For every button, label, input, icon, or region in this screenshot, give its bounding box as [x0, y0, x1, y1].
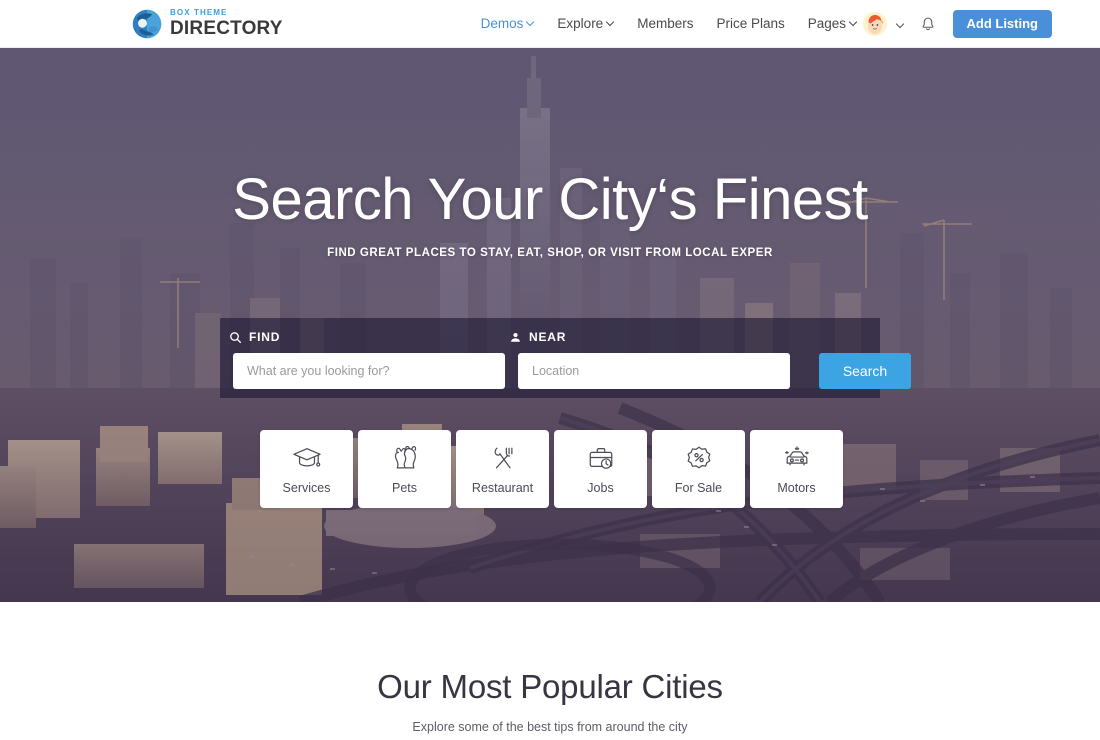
bell-icon[interactable] — [919, 14, 937, 34]
user-avatar[interactable] — [862, 11, 887, 36]
popular-cities-title: Our Most Popular Cities — [377, 668, 723, 705]
search-near-input[interactable] — [518, 353, 790, 389]
category-label-pets: Pets — [391, 480, 417, 495]
category-tile-services[interactable]: Services — [260, 430, 353, 508]
near-label-text: NEAR — [529, 330, 567, 344]
avatar-image — [862, 11, 887, 36]
search-button[interactable]: Search — [819, 353, 911, 389]
briefcase-clock-icon — [589, 447, 612, 469]
nav-label-members: Members — [637, 16, 694, 31]
nav-label-pages: Pages — [807, 16, 847, 31]
cutlery-icon — [493, 447, 512, 468]
globe-logo-icon — [132, 9, 162, 38]
search-icon — [230, 331, 242, 343]
find-label-text: FIND — [249, 330, 281, 344]
nav-item-price-plans[interactable]: Price Plans — [716, 16, 784, 31]
car-icon — [784, 445, 809, 465]
nav-label-demos: Demos — [480, 16, 524, 31]
site-logo[interactable]: BOX THEME DIRECTORY — [132, 9, 283, 39]
graduation-cap-icon — [292, 447, 321, 467]
nav-item-explore[interactable]: Explore — [557, 16, 614, 31]
chevron-down-icon — [527, 19, 534, 26]
pets-icon — [394, 445, 416, 468]
location-pin-icon — [511, 332, 520, 342]
popular-cities-subtitle: Explore some of the best tips from aroun… — [412, 720, 688, 734]
nav-item-demos[interactable]: Demos — [481, 16, 535, 31]
hero-title: Search Your City‘s Finest — [232, 167, 868, 232]
hero-section: Search Your City‘s Finest FIND GREAT PLA… — [0, 48, 1100, 602]
chevron-down-icon — [607, 19, 614, 26]
site-header: BOX THEME DIRECTORY Demos Explore Member… — [0, 0, 1100, 48]
avatar-chevron-down-icon[interactable] — [897, 20, 905, 28]
category-tile-jobs[interactable]: Jobs — [554, 430, 647, 508]
popular-cities-section: Our Most Popular Cities Explore some of … — [0, 602, 1100, 740]
category-label-motors: Motors — [777, 480, 816, 495]
category-tile-for-sale[interactable]: For Sale — [652, 430, 745, 508]
search-find-input[interactable] — [233, 353, 505, 389]
nav-label-price-plans: Price Plans — [716, 16, 785, 31]
logo-bottom-text: DIRECTORY — [170, 18, 283, 39]
category-tiles: Services Pets Restaurant Jobs For Sale M… — [260, 430, 843, 508]
logo-top-text: BOX THEME — [170, 8, 228, 17]
category-tile-restaurant[interactable]: Restaurant — [456, 430, 549, 508]
nav-label-explore: Explore — [557, 16, 604, 31]
search-field-labels: FIND NEAR — [220, 330, 880, 348]
category-tile-pets[interactable]: Pets — [358, 430, 451, 508]
nav-item-pages[interactable]: Pages — [808, 16, 857, 31]
chevron-down-icon — [850, 19, 857, 26]
header-actions: Add Listing — [862, 9, 1052, 38]
find-label-group: FIND — [229, 330, 280, 344]
add-listing-button[interactable]: Add Listing — [952, 9, 1052, 38]
category-label-for-sale: For Sale — [674, 480, 723, 495]
search-fields-row: Search — [233, 353, 911, 389]
percent-badge-icon — [687, 446, 710, 468]
hero-search-panel: FIND NEAR Search — [220, 318, 911, 398]
hero-subtitle: FIND GREAT PLACES TO STAY, EAT, SHOP, OR… — [327, 247, 773, 259]
nav-item-members[interactable]: Members — [637, 16, 693, 31]
category-label-services: Services — [282, 480, 331, 495]
category-tile-motors[interactable]: Motors — [750, 430, 843, 508]
near-label-group: NEAR — [509, 330, 566, 344]
category-label-jobs: Jobs — [587, 480, 614, 495]
main-navigation: Demos Explore Members Price Plans Pages — [481, 16, 857, 31]
category-label-restaurant: Restaurant — [471, 480, 534, 495]
